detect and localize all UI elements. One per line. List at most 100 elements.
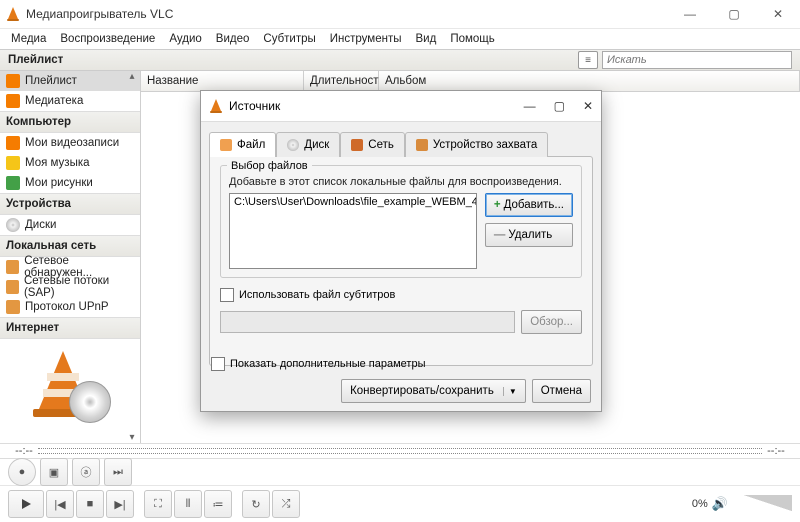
sidebar-header-internet: Интернет (0, 317, 140, 339)
subtitles-checkbox-label: Использовать файл субтитров (239, 289, 395, 301)
disc-icon (6, 218, 20, 232)
network-icon (6, 280, 19, 294)
prev-button[interactable]: |◀ (46, 490, 74, 518)
sidebar-item-discs[interactable]: Диски (0, 215, 140, 235)
add-file-button[interactable]: +Добавить... (485, 193, 573, 217)
record-button[interactable]: ● (8, 458, 36, 486)
sidebar-scrollbar[interactable]: ▴▾ (124, 71, 140, 443)
col-duration[interactable]: Длительность (304, 71, 379, 91)
playlist-toggle-button[interactable]: ≔ (204, 490, 232, 518)
dialog-title: Источник (229, 99, 280, 113)
sidebar-item-playlist[interactable]: Плейлист (0, 71, 140, 91)
disc-icon (287, 139, 299, 151)
sidebar-item-media-library[interactable]: Медиатека (0, 91, 140, 111)
snapshot-button[interactable]: ▣ (40, 458, 68, 486)
maximize-button[interactable]: ▢ (712, 0, 756, 28)
titlebar: Медиапроигрыватель VLC — ▢ ✕ (0, 0, 800, 29)
file-hint: Добавьте в этот список локальные файлы д… (229, 176, 573, 188)
file-group-title: Выбор файлов (227, 160, 312, 172)
shuffle-button[interactable]: ⤮ (272, 490, 300, 518)
stop-button[interactable]: ■ (76, 490, 104, 518)
browse-subtitle-button: Обзор... (521, 310, 582, 334)
sidebar-item-network-discovery[interactable]: Сетевое обнаружен... (0, 257, 140, 277)
loop-button[interactable]: ↻ (242, 490, 270, 518)
file-list-item[interactable]: C:\Users\User\Downloads\file_example_WEB… (234, 196, 472, 208)
fullscreen-button[interactable]: ⛶ (144, 490, 172, 518)
pictures-icon (6, 176, 20, 190)
dialog-maximize-button[interactable]: ▢ (554, 99, 565, 113)
media-toolbar: ● ▣ ⓐ ⏭ (0, 459, 800, 486)
extended-settings-button[interactable]: ⫴ (174, 490, 202, 518)
tab-page-file: Выбор файлов Добавьте в этот список лока… (209, 156, 593, 366)
tab-file[interactable]: Файл (209, 132, 276, 157)
seek-bar[interactable]: --:-- --:-- (0, 443, 800, 459)
tab-disc[interactable]: Диск (276, 132, 340, 157)
sidebar: Плейлист Медиатека Компьютер Мои видеоза… (0, 71, 141, 443)
vlc-icon (209, 99, 223, 113)
menu-view[interactable]: Вид (409, 31, 444, 47)
frame-step-button[interactable]: ⏭ (104, 458, 132, 486)
sidebar-item-upnp[interactable]: Протокол UPnP (0, 297, 140, 317)
sidebar-item-my-music[interactable]: Моя музыка (0, 153, 140, 173)
menu-playback[interactable]: Воспроизведение (53, 31, 162, 47)
play-button[interactable] (8, 490, 44, 518)
volume-label: 0% (692, 498, 708, 510)
remove-file-button[interactable]: —Удалить (485, 223, 573, 247)
network-icon (6, 260, 19, 274)
more-options-label: Показать дополнительные параметры (230, 358, 425, 370)
plus-icon: + (494, 199, 501, 211)
tab-network[interactable]: Сеть (340, 132, 405, 157)
video-icon (6, 136, 20, 150)
file-icon (220, 139, 232, 151)
menu-audio[interactable]: Аудио (162, 31, 208, 47)
minimize-button[interactable]: — (668, 0, 712, 28)
more-options-checkbox[interactable] (211, 357, 225, 371)
open-media-dialog: Источник — ▢ ✕ Файл Диск Сеть Устройство… (200, 90, 602, 412)
loop-ab-button[interactable]: ⓐ (72, 458, 100, 486)
minus-icon: — (494, 229, 506, 241)
close-button[interactable]: ✕ (756, 0, 800, 28)
dialog-close-button[interactable]: ✕ (583, 99, 593, 113)
sidebar-header-devices: Устройства (0, 193, 140, 215)
menu-subtitles[interactable]: Субтитры (256, 31, 322, 47)
next-button[interactable]: ▶| (106, 490, 134, 518)
search-input[interactable] (602, 51, 792, 69)
mute-icon[interactable]: 🔊 (712, 496, 728, 512)
time-elapsed: --:-- (10, 445, 38, 457)
volume-slider[interactable] (730, 493, 792, 515)
tab-capture[interactable]: Устройство захвата (405, 132, 548, 157)
library-icon (6, 94, 20, 108)
subtitles-checkbox-row[interactable]: Использовать файл субтитров (220, 288, 582, 302)
menu-help[interactable]: Помощь (443, 31, 501, 47)
playlist-title: Плейлист (8, 54, 63, 66)
playlist-icon (6, 74, 20, 88)
menu-media[interactable]: Медиа (4, 31, 53, 47)
cancel-button[interactable]: Отмена (532, 379, 591, 403)
sidebar-item-my-videos[interactable]: Мои видеозаписи (0, 133, 140, 153)
col-title[interactable]: Название (141, 71, 304, 91)
list-header: Название Длительность Альбом (141, 71, 800, 92)
sidebar-item-sap[interactable]: Сетевые потоки (SAP) (0, 277, 140, 297)
sidebar-item-my-pictures[interactable]: Мои рисунки (0, 173, 140, 193)
menu-tools[interactable]: Инструменты (323, 31, 409, 47)
sidebar-header-computer: Компьютер (0, 111, 140, 133)
dialog-minimize-button[interactable]: — (524, 99, 536, 113)
more-options-row[interactable]: Показать дополнительные параметры (211, 357, 591, 371)
music-icon (6, 156, 20, 170)
playback-controls: |◀ ■ ▶| ⛶ ⫴ ≔ ↻ ⤮ 0% 🔊 (0, 486, 800, 522)
subtitles-checkbox[interactable] (220, 288, 234, 302)
view-toggle-button[interactable]: ≡ (578, 51, 598, 69)
subtitle-path-input (220, 311, 515, 333)
convert-save-button[interactable]: Конвертировать/сохранить▼ (341, 379, 526, 403)
vlc-cone-artwork (27, 351, 113, 423)
time-total: --:-- (762, 445, 790, 457)
dialog-tabbar: Файл Диск Сеть Устройство захвата (201, 130, 601, 156)
menu-video[interactable]: Видео (209, 31, 257, 47)
col-album[interactable]: Альбом (379, 71, 800, 91)
file-listbox[interactable]: C:\Users\User\Downloads\file_example_WEB… (229, 193, 477, 269)
vlc-icon (6, 7, 20, 21)
sidebar-header-local-network: Локальная сеть (0, 235, 140, 257)
playlist-header-bar: Плейлист ≡ (0, 49, 800, 71)
file-selection-group: Выбор файлов Добавьте в этот список лока… (220, 165, 582, 278)
dropdown-arrow-icon[interactable]: ▼ (503, 387, 517, 396)
